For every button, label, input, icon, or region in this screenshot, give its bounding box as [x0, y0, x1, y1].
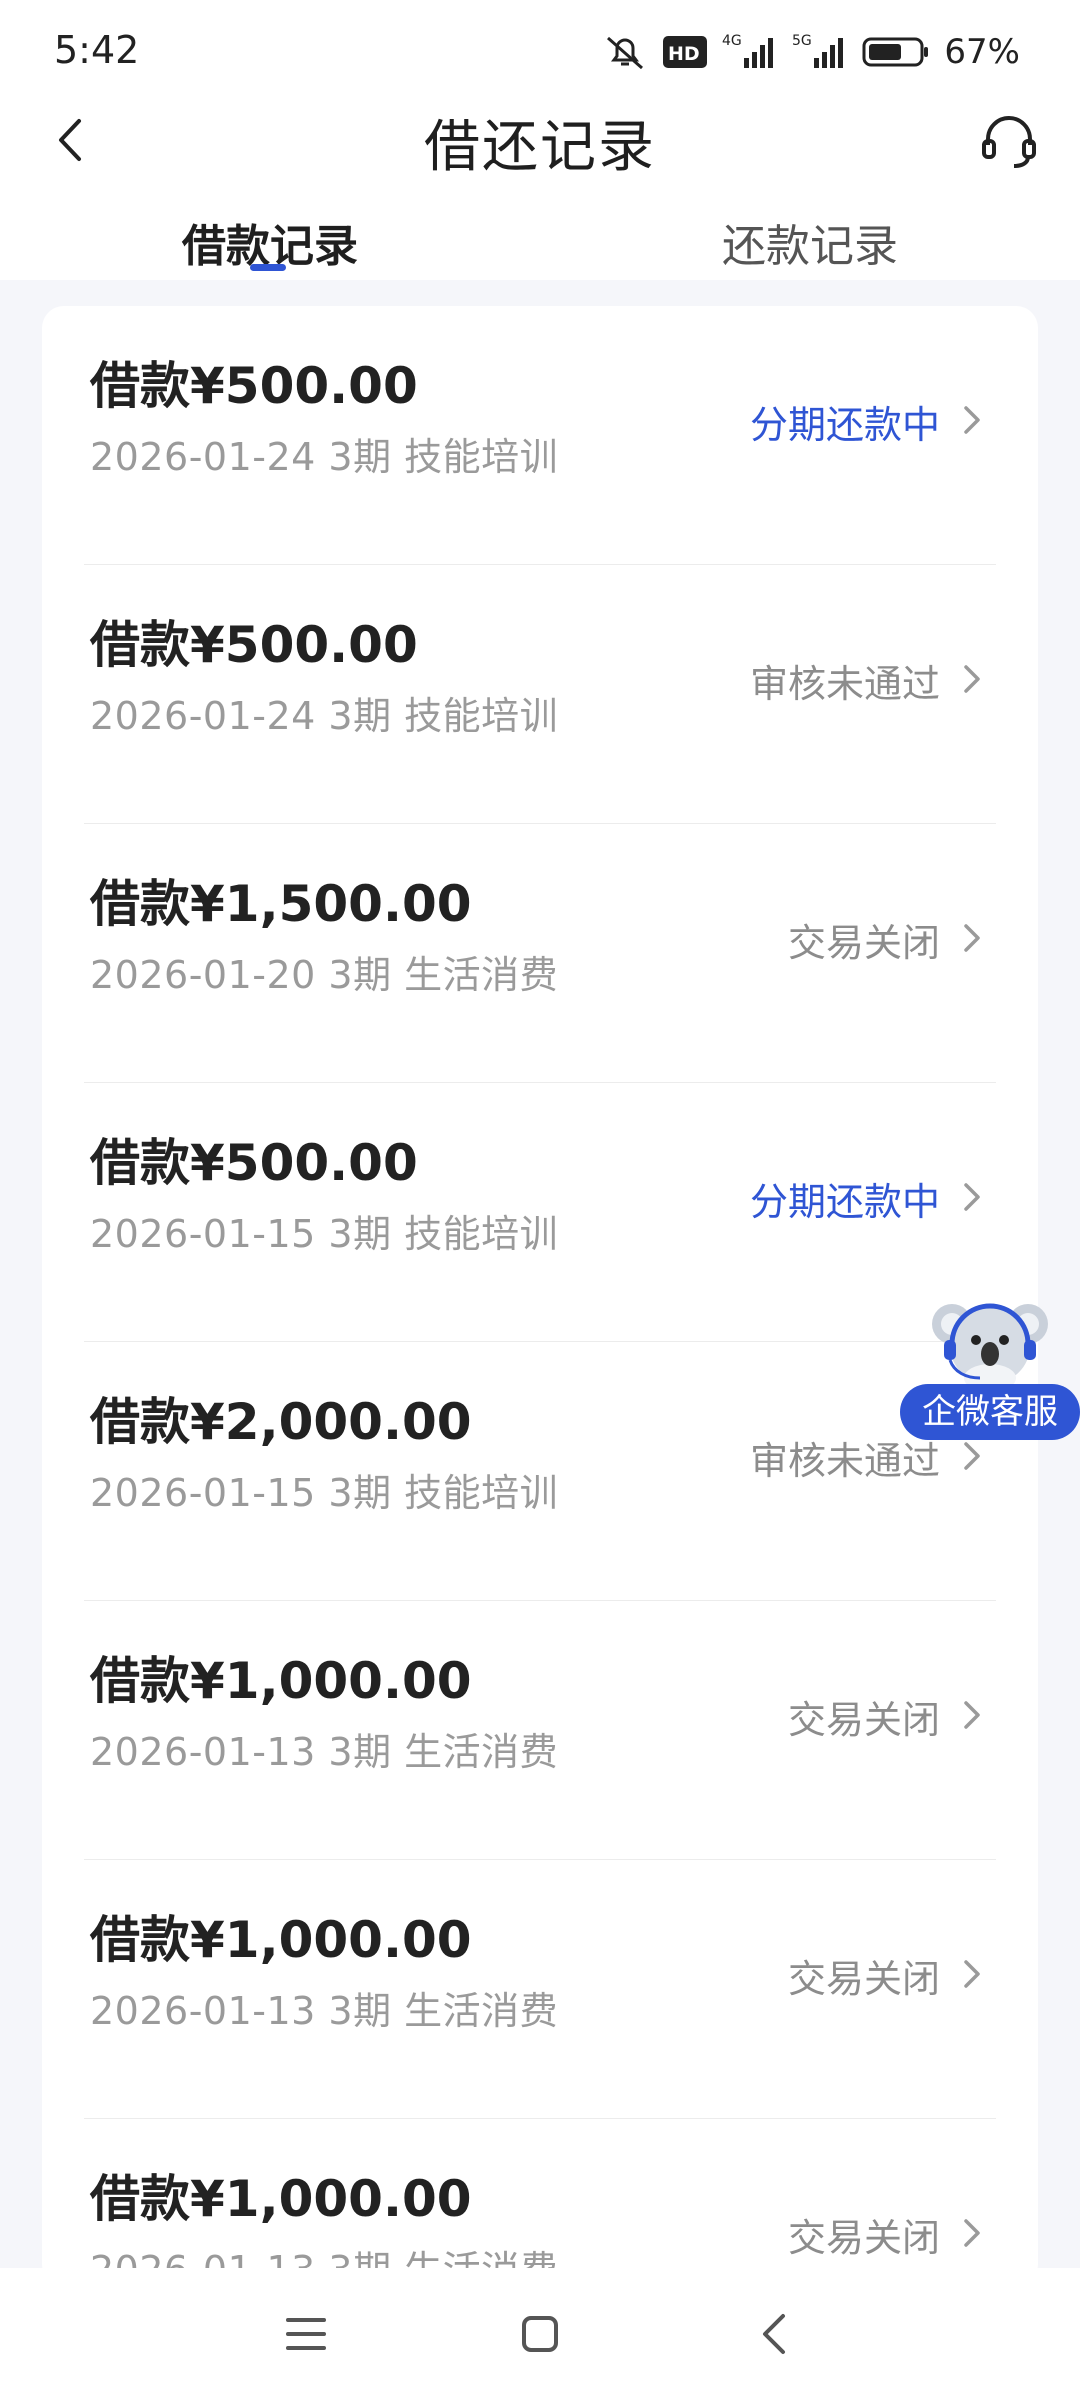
menu-key[interactable]	[276, 2304, 336, 2364]
chevron-right-icon	[958, 400, 986, 440]
record-item[interactable]: 借款¥1,000.00 2026-01-13 3期 生活消费 交易关闭	[84, 1601, 996, 1860]
record-status: 交易关闭	[787, 1698, 940, 1742]
record-status: 交易关闭	[787, 2216, 940, 2260]
customer-service-button[interactable]	[976, 108, 1042, 174]
record-amount: 借款¥1,000.00	[90, 1911, 472, 1969]
network-4g-label: 4G	[722, 33, 742, 49]
record-item[interactable]: 借款¥1,500.00 2026-01-20 3期 生活消费 交易关闭	[84, 824, 996, 1083]
chevron-right-icon	[958, 659, 986, 699]
record-amount: 借款¥2,000.00	[90, 1393, 472, 1451]
record-status: 分期还款中	[749, 1180, 940, 1224]
record-meta: 2026-01-24 3期 技能培训	[90, 694, 559, 738]
status-bar: 5:42 HD 4G 5G 67%	[0, 0, 1080, 100]
record-amount: 借款¥500.00	[90, 357, 418, 415]
record-amount: 借款¥1,000.00	[90, 2170, 472, 2228]
record-status: 交易关闭	[787, 1957, 940, 2001]
chevron-right-icon	[958, 918, 986, 958]
battery-icon	[862, 34, 930, 70]
record-item[interactable]: 借款¥1,000.00 2026-01-13 3期 生活消费 交易关闭	[84, 1860, 996, 2119]
chevron-right-icon	[958, 1695, 986, 1735]
headset-icon	[982, 116, 1036, 168]
hd-icon: HD	[662, 34, 708, 70]
record-list: 借款¥500.00 2026-01-24 3期 技能培训 分期还款中 借款¥50…	[42, 306, 1038, 2286]
record-item[interactable]: 借款¥1,000.00 2026-01-13 3期 生活消费 交易关闭	[84, 2119, 996, 2286]
network-5g-label: 5G	[792, 33, 812, 49]
record-amount: 借款¥500.00	[90, 616, 418, 674]
home-square-icon	[522, 2316, 558, 2352]
record-amount: 借款¥1,500.00	[90, 875, 472, 933]
battery-percent: 67%	[944, 32, 1020, 72]
record-amount: 借款¥1,000.00	[90, 1652, 472, 1710]
chevron-right-icon	[958, 1954, 986, 1994]
record-item[interactable]: 借款¥500.00 2026-01-15 3期 技能培训 分期还款中	[84, 1083, 996, 1342]
record-meta: 2026-01-20 3期 生活消费	[90, 953, 559, 997]
record-meta: 2026-01-13 3期 生活消费	[90, 1730, 559, 1774]
record-meta: 2026-01-15 3期 技能培训	[90, 1212, 559, 1256]
record-meta: 2026-01-15 3期 技能培训	[90, 1471, 559, 1515]
tab-repay-records[interactable]: 还款记录	[610, 210, 1010, 274]
status-icons: HD 4G 5G 67%	[602, 30, 1020, 74]
page-title: 借还记录	[424, 115, 656, 180]
back-chevron-icon	[763, 2314, 785, 2354]
chevron-right-icon	[958, 1177, 986, 1217]
status-time: 5:42	[54, 28, 140, 72]
wecom-service-label: 企微客服	[900, 1384, 1080, 1440]
record-status: 分期还款中	[749, 403, 940, 447]
active-tab-indicator	[250, 264, 286, 271]
record-status: 审核未通过	[749, 662, 940, 706]
record-item[interactable]: 借款¥2,000.00 2026-01-15 3期 技能培训 审核未通过	[84, 1342, 996, 1601]
record-status: 交易关闭	[787, 921, 940, 965]
record-meta: 2026-01-24 3期 技能培训	[90, 435, 559, 479]
menu-icon	[286, 2318, 326, 2350]
tab-bar: 借款记录 还款记录	[0, 210, 1080, 280]
back-key[interactable]	[744, 2304, 804, 2364]
record-item[interactable]: 借款¥500.00 2026-01-24 3期 技能培训 审核未通过	[84, 565, 996, 824]
signal-5g-icon: 5G	[792, 32, 848, 72]
signal-4g-icon: 4G	[722, 32, 778, 72]
home-key[interactable]	[510, 2304, 570, 2364]
chevron-right-icon	[958, 2213, 986, 2253]
mute-vibrate-icon	[602, 32, 648, 72]
header: 借还记录 借款记录 还款记录	[0, 100, 1080, 280]
record-amount: 借款¥500.00	[90, 1134, 418, 1192]
record-item[interactable]: 借款¥500.00 2026-01-24 3期 技能培训 分期还款中	[84, 306, 996, 565]
record-meta: 2026-01-13 3期 生活消费	[90, 1989, 559, 2033]
wecom-service-float[interactable]: 企微客服	[900, 1290, 1080, 1450]
system-nav-bar	[0, 2268, 1080, 2400]
hd-badge-text: HD	[668, 43, 700, 65]
